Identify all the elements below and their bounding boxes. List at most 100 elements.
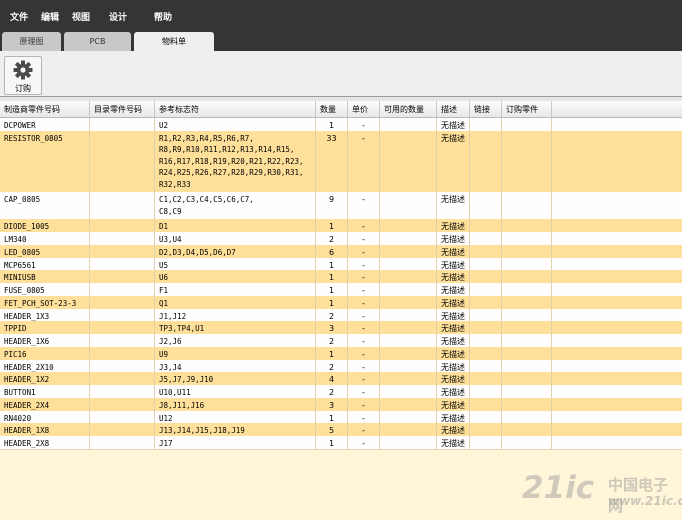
cell-order-part (502, 410, 552, 424)
ref-designator-line: U12 (159, 413, 173, 423)
col-header-unit-price[interactable]: 单价 (348, 101, 380, 117)
cell-order-part (502, 130, 552, 193)
cell-mfr-part: HEADER_2X10 (0, 359, 90, 373)
cell-quantity: 1 (316, 410, 348, 424)
cell-link (470, 219, 502, 232)
order-button-label: 订购 (15, 84, 31, 93)
col-header-description[interactable]: 描述 (437, 101, 470, 117)
table-row[interactable]: FUSE_0805 F1 1- 无描述 (0, 283, 682, 297)
cell-link (470, 270, 502, 283)
menu-bar: 文件 编辑 视图 设计 帮助 (0, 0, 682, 29)
col-header-mfr-part[interactable]: 制造商零件号码 (0, 101, 90, 117)
table-row[interactable]: MINIUSB U6 1- 无描述 (0, 270, 682, 284)
cell-link (470, 308, 502, 322)
ref-designator-line: U3,U4 (159, 235, 182, 244)
cell-mfr-part: HEADER_1X6 (0, 334, 90, 347)
menu-design[interactable]: 设计 (109, 10, 127, 23)
table-row[interactable]: HEADER_1X6 J2,J6 2- 无描述 (0, 334, 682, 348)
ref-designator-line: Q1 (159, 298, 169, 308)
table-row[interactable]: HEADER_1X3 J1,J12 2- 无描述 (0, 308, 682, 323)
menu-file[interactable]: 文件 (10, 10, 28, 23)
cell-mfr-part: FET_PCH_SOT-23-3 (0, 295, 90, 309)
cell-description: 无描述 (437, 118, 470, 131)
ref-designator-line: R32,R33 (159, 179, 191, 189)
cell-unit-price: - (348, 385, 380, 398)
cell-catalog-part (90, 244, 155, 258)
cell-quantity: 2 (316, 232, 348, 245)
table-row[interactable]: HEADER_2X10 J3,J4 2- 无描述 (0, 359, 682, 374)
table-empty-area (0, 449, 682, 520)
cell-catalog-part (90, 118, 155, 131)
menu-help[interactable]: 帮助 (154, 10, 172, 23)
menu-edit[interactable]: 编辑 (41, 10, 59, 23)
cell-quantity: 2 (316, 334, 348, 347)
cell-quantity: 1 (316, 436, 348, 449)
cell-quantity: 1 (316, 295, 348, 309)
menu-view[interactable]: 视图 (72, 10, 90, 23)
cell-link (470, 295, 502, 309)
cell-unit-price: - (348, 321, 380, 334)
cell-available-qty (380, 346, 437, 360)
cell-unit-price: - (348, 295, 380, 309)
table-row[interactable]: MCP6561 U5 1- 无描述 (0, 257, 682, 272)
cell-description: 无描述 (437, 436, 470, 449)
cell-catalog-part (90, 423, 155, 436)
cell-description: 无描述 (437, 334, 470, 347)
table-row[interactable]: HEADER_1X8 J13,J14,J15,J18,J19 5- 无描述 (0, 423, 682, 437)
cell-ref-designator: U6 (155, 270, 316, 283)
cell-catalog-part (90, 130, 155, 193)
cell-catalog-part (90, 192, 155, 220)
tab-bom[interactable]: 物料单 (134, 32, 214, 51)
cell-link (470, 232, 502, 245)
cell-ref-designator: R1,R2,R3,R4,R5,R6,R7, R8,R9,R10,R11,R12,R… (155, 130, 316, 193)
cell-catalog-part (90, 359, 155, 373)
cell-quantity: 6 (316, 244, 348, 258)
table-row[interactable]: TPPID TP3,TP4,U1 3- 无描述 (0, 321, 682, 335)
table-row[interactable]: LED_0805 D2,D3,D4,D5,D6,D7 6- 无描述 (0, 244, 682, 259)
cell-mfr-part: FUSE_0805 (0, 283, 90, 296)
cell-available-qty (380, 118, 437, 131)
col-header-available-qty[interactable]: 可用的数量 (380, 101, 437, 117)
cell-unit-price: - (348, 334, 380, 347)
cell-catalog-part (90, 334, 155, 347)
cell-order-part (502, 192, 552, 220)
cell-available-qty (380, 270, 437, 283)
ref-designator-line: J17 (159, 439, 173, 448)
cell-ref-designator: C1,C2,C3,C4,C5,C6,C7, C8,C9 (155, 192, 316, 220)
table-row[interactable]: LM340 U3,U4 2- 无描述 (0, 232, 682, 246)
table-row[interactable]: HEADER_2X8 J17 1- 无描述 (0, 436, 682, 450)
cell-available-qty (380, 423, 437, 436)
table-row[interactable]: CAP_0805 C1,C2,C3,C4,C5,C6,C7, C8,C9 9- 无描述 (0, 192, 682, 221)
cell-available-qty (380, 397, 437, 411)
order-button[interactable]: 订购 (4, 56, 42, 95)
tab-schematic[interactable]: 原理图 (2, 32, 61, 51)
table-row[interactable]: HEADER_2X4 J8,J11,J16 3- 无描述 (0, 397, 682, 412)
col-header-quantity[interactable]: 数量 (316, 101, 348, 117)
cell-order-part (502, 372, 552, 385)
table-row[interactable]: HEADER_1X2 J5,J7,J9,J10 4- 无描述 (0, 372, 682, 386)
tab-pcb[interactable]: PCB (64, 32, 131, 51)
col-header-order-part[interactable]: 订购零件 (502, 101, 552, 117)
cell-order-part (502, 118, 552, 131)
ref-designator-line: U9 (159, 349, 169, 359)
table-row[interactable]: DIODE_1005 D1 1- 无描述 (0, 219, 682, 233)
cell-mfr-part: TPPID (0, 321, 90, 334)
col-header-ref-designator[interactable]: 参考标志符 (155, 101, 316, 117)
cell-catalog-part (90, 346, 155, 360)
table-row[interactable]: PIC16 U9 1- 无描述 (0, 346, 682, 361)
cell-available-qty (380, 257, 437, 271)
cell-order-part (502, 359, 552, 373)
col-header-catalog-part[interactable]: 目录零件号码 (90, 101, 155, 117)
cell-available-qty (380, 385, 437, 398)
toolbar: 工具 (0, 51, 682, 97)
table-row[interactable]: RN4020 U12 1- 无描述 (0, 410, 682, 425)
table-row[interactable]: BUTTON1 U10,U11 2- 无描述 (0, 385, 682, 399)
cell-order-part (502, 321, 552, 334)
table-row[interactable]: RESISTOR_0805 R1,R2,R3,R4,R5,R6,R7, R8,R9,… (0, 130, 682, 194)
table-row[interactable]: DCPOWER U2 1- 无描述 (0, 118, 682, 132)
table-row[interactable]: FET_PCH_SOT-23-3 Q1 1- 无描述 (0, 295, 682, 310)
cell-catalog-part (90, 219, 155, 232)
col-header-link[interactable]: 链接 (470, 101, 502, 117)
cell-unit-price: - (348, 410, 380, 424)
ref-designator-line: R24,R25,R26,R27,R28,R29,R30,R31, (159, 168, 304, 178)
